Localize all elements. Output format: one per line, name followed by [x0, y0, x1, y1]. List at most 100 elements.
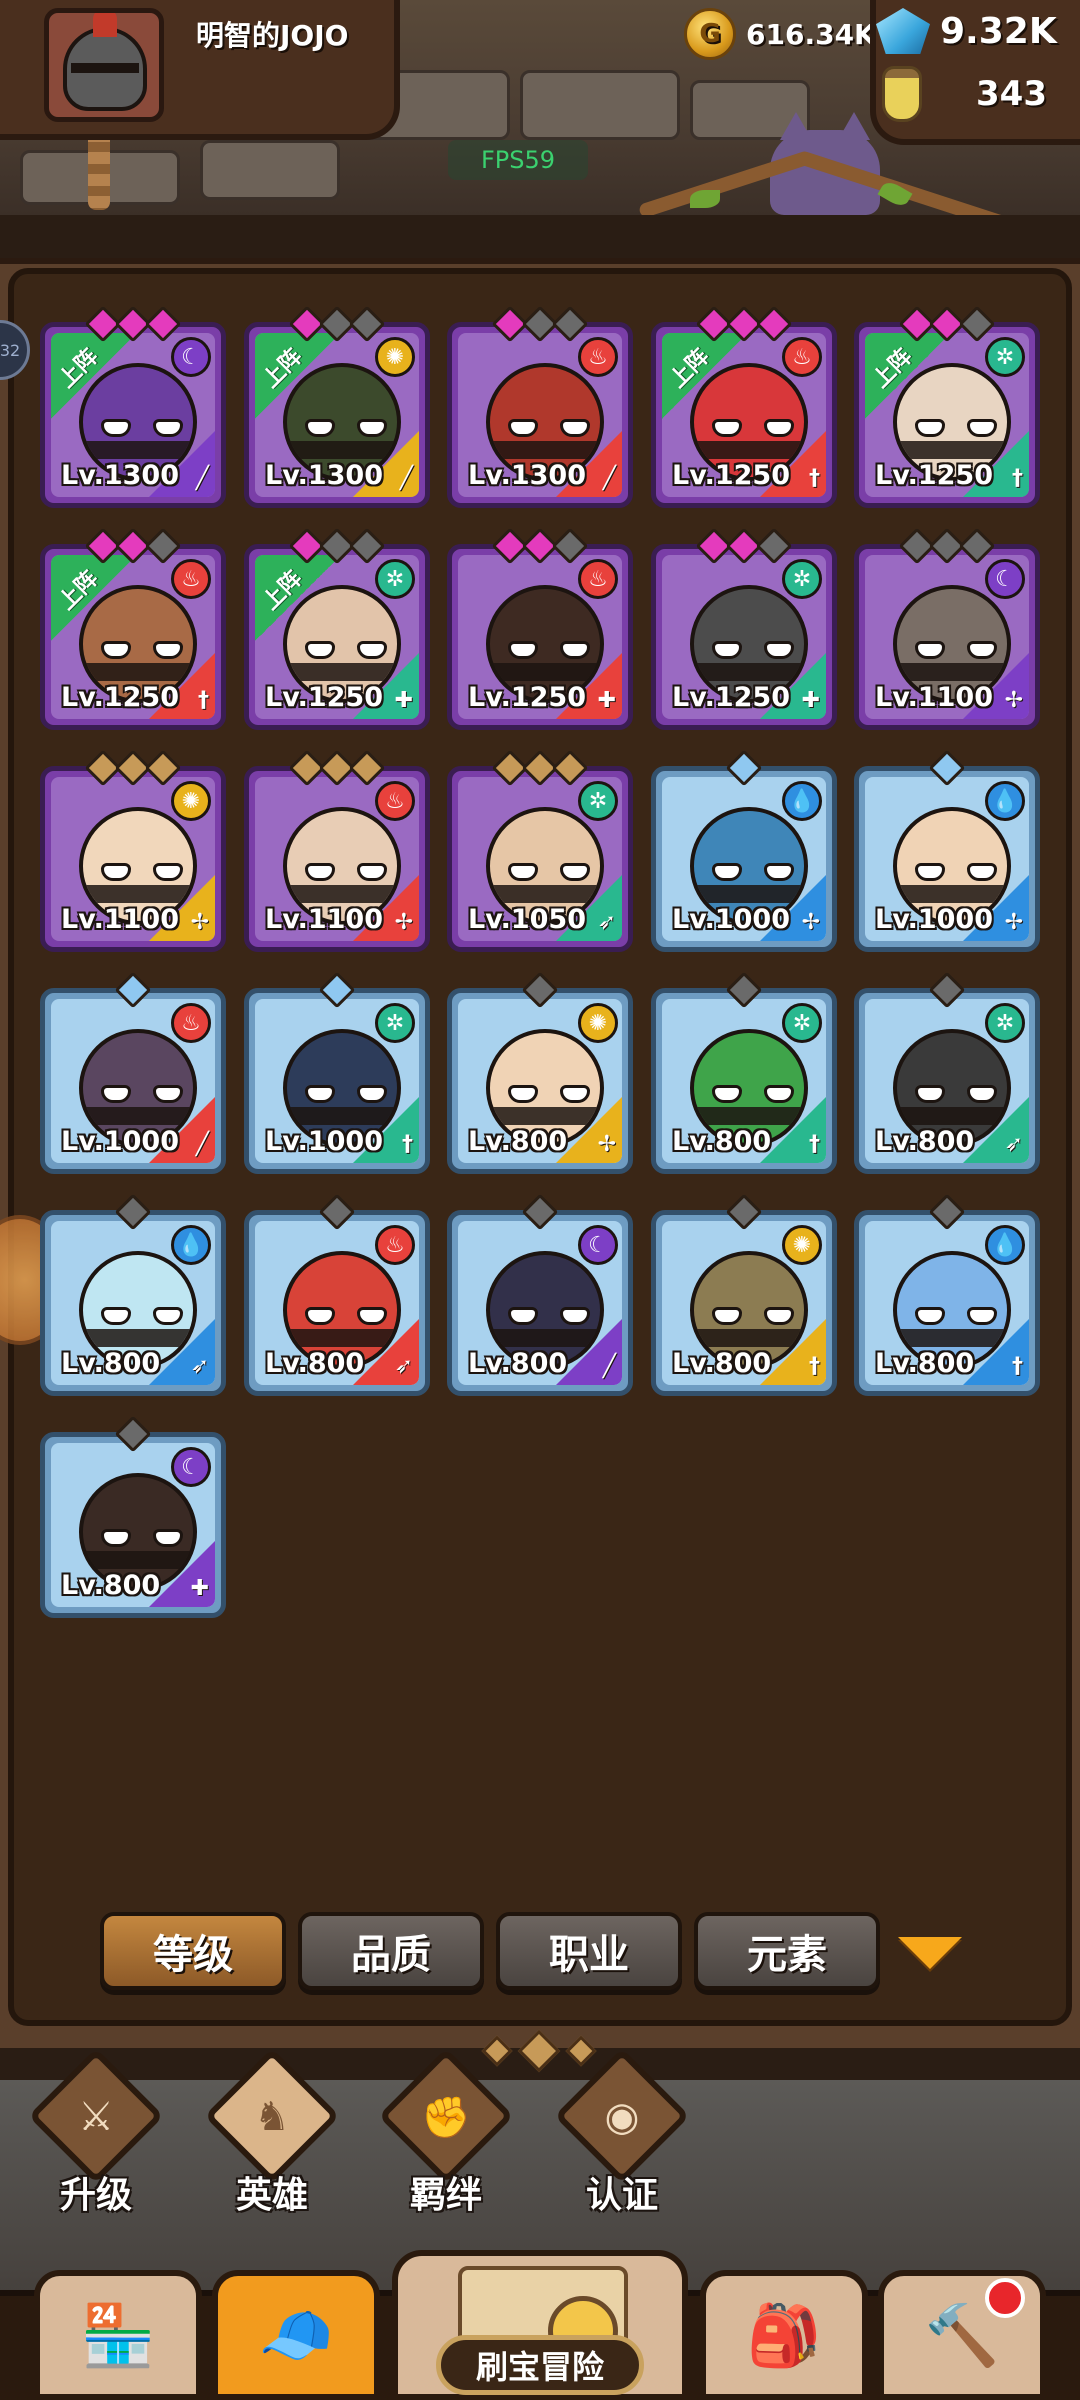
- hero-card[interactable]: 上阵 ☾ ╱ Lv.1300: [40, 305, 226, 508]
- star-icon: [928, 971, 966, 1009]
- wind-element-icon: ✲: [782, 1003, 822, 1043]
- nav-certify[interactable]: ◉ 认证: [552, 2048, 692, 2248]
- deployed-ribbon: 上阵: [51, 333, 137, 419]
- hero-card[interactable]: ☾ ✚ Lv.800: [40, 1415, 226, 1618]
- hero-card[interactable]: ✲ ➶ Lv.1050: [447, 749, 633, 952]
- hero-card[interactable]: 💧 † Lv.800: [854, 1193, 1040, 1396]
- nav-bonds[interactable]: ✊ 羁绊: [376, 2048, 516, 2248]
- hero-level: Lv.800: [875, 1126, 975, 1157]
- warrior-class-icon: †: [809, 1132, 820, 1157]
- hero-star-rank: [491, 527, 589, 565]
- warrior-class-icon: †: [809, 1354, 820, 1379]
- hero-card[interactable]: ✺ ✢ Lv.800: [447, 971, 633, 1174]
- moon-element-icon: ☾: [171, 337, 211, 377]
- gem-value: 9.32K: [940, 10, 1057, 52]
- potion-value: 343: [976, 74, 1047, 114]
- fire-element-icon: ♨: [578, 337, 618, 377]
- hero-card[interactable]: 上阵 ♨ † Lv.1250: [40, 527, 226, 730]
- filter-element-button[interactable]: 元素: [694, 1912, 880, 1990]
- hero-card[interactable]: 上阵 ✲ ✚ Lv.1250: [244, 527, 430, 730]
- gold-counter[interactable]: G 616.34K: [684, 0, 884, 70]
- star-icon: [725, 749, 763, 787]
- sun-element-icon: ✺: [171, 781, 211, 821]
- hero-card[interactable]: 上阵 ✺ ╱ Lv.1300: [244, 305, 430, 508]
- hero-star-rank: [318, 971, 356, 1009]
- warrior-class-icon: †: [1012, 466, 1023, 491]
- sort-filter-bar: 等级 品质 职业 元素: [100, 1912, 880, 1990]
- hero-card[interactable]: ♨ ✢ Lv.1100: [244, 749, 430, 952]
- star-icon: [144, 749, 182, 787]
- deployed-label: 上阵: [258, 566, 308, 616]
- hero-star-rank: [288, 749, 386, 787]
- notification-dot: [985, 2278, 1025, 2318]
- hero-star-rank: [898, 305, 996, 343]
- support-class-icon: ✢: [597, 1132, 616, 1157]
- hero-star-rank: [928, 749, 966, 787]
- hero-level: Lv.1100: [875, 682, 994, 713]
- hero-star-rank: [84, 527, 182, 565]
- hero-card[interactable]: 💧 ✢ Lv.1000: [651, 749, 837, 952]
- water-element-icon: 💧: [782, 781, 822, 821]
- hero-card[interactable]: ✺ † Lv.800: [651, 1193, 837, 1396]
- hero-card[interactable]: ✲ † Lv.800: [651, 971, 837, 1174]
- hero-card-background: ✲ † Lv.1000: [255, 999, 419, 1163]
- hero-card[interactable]: ♨ ╱ Lv.1000: [40, 971, 226, 1174]
- mage-class-icon: ╱: [195, 1132, 209, 1157]
- hero-card-background: ♨ ╱ Lv.1000: [51, 999, 215, 1163]
- dock-inventory-button[interactable]: 🎒: [700, 2270, 868, 2400]
- hero-star-rank: [318, 1193, 356, 1231]
- player-profile-panel[interactable]: 明智的JOJO: [0, 0, 400, 140]
- star-icon: [958, 305, 996, 343]
- wind-element-icon: ✲: [985, 1003, 1025, 1043]
- hero-card-background: ♨ ✚ Lv.1250: [458, 555, 622, 719]
- hero-star-rank: [288, 527, 386, 565]
- tank-class-icon: ✚: [394, 688, 413, 713]
- hero-card-background: ✲ ➶ Lv.1050: [458, 777, 622, 941]
- hero-card[interactable]: ✲ † Lv.1000: [244, 971, 430, 1174]
- hero-card[interactable]: ♨ ➶ Lv.800: [244, 1193, 430, 1396]
- hero-card[interactable]: ✲ ✚ Lv.1250: [651, 527, 837, 730]
- hero-card-background: ☾ ╱ Lv.800: [458, 1221, 622, 1385]
- hero-card[interactable]: ✲ ➶ Lv.800: [854, 971, 1040, 1174]
- dock-shop-button[interactable]: 🏪: [34, 2270, 202, 2400]
- filter-class-button[interactable]: 职业: [496, 1912, 682, 1990]
- player-name: 明智的JOJO: [196, 19, 349, 52]
- handshake-icon: ✊: [421, 2095, 471, 2141]
- nav-heroes[interactable]: ♞ 英雄: [202, 2048, 342, 2248]
- dock-hero-button[interactable]: 🧢: [212, 2270, 380, 2400]
- deployed-ribbon: 上阵: [255, 555, 341, 641]
- hero-star-rank: [521, 971, 559, 1009]
- filter-quality-button[interactable]: 品质: [298, 1912, 484, 1990]
- hero-level: Lv.1250: [61, 682, 180, 713]
- hero-card[interactable]: 💧 ➶ Lv.800: [40, 1193, 226, 1396]
- nav-upgrade[interactable]: ⚔ 升级: [26, 2048, 166, 2248]
- hero-card[interactable]: ☾ ✢ Lv.1100: [854, 527, 1040, 730]
- hero-level: Lv.1000: [265, 1126, 384, 1157]
- hero-card[interactable]: ☾ ╱ Lv.800: [447, 1193, 633, 1396]
- star-icon: [114, 971, 152, 1009]
- player-avatar[interactable]: [44, 8, 164, 122]
- hero-card[interactable]: 💧 ✢ Lv.1000: [854, 749, 1040, 952]
- star-icon: [318, 1193, 356, 1231]
- filter-level-button[interactable]: 等级: [100, 1912, 286, 1990]
- star-icon: [755, 305, 793, 343]
- hero-level: Lv.800: [468, 1126, 568, 1157]
- hero-card[interactable]: 上阵 ♨ † Lv.1250: [651, 305, 837, 508]
- fire-element-icon: ♨: [578, 559, 618, 599]
- sort-dropdown-arrow-icon[interactable]: [898, 1937, 962, 1969]
- hero-star-rank: [114, 1415, 152, 1453]
- hero-star-rank: [725, 749, 763, 787]
- star-icon: [521, 971, 559, 1009]
- moon-element-icon: ☾: [985, 559, 1025, 599]
- hero-card-background: ✲ ➶ Lv.800: [865, 999, 1029, 1163]
- fire-element-icon: ♨: [171, 559, 211, 599]
- hero-card[interactable]: ♨ ╱ Lv.1300: [447, 305, 633, 508]
- support-class-icon: ✢: [1004, 910, 1023, 935]
- hero-level: Lv.1300: [61, 460, 180, 491]
- star-icon: [551, 305, 589, 343]
- star-icon: [521, 1193, 559, 1231]
- hero-card[interactable]: ✺ ✢ Lv.1100: [40, 749, 226, 952]
- hero-card[interactable]: 上阵 ✲ † Lv.1250: [854, 305, 1040, 508]
- hero-card[interactable]: ♨ ✚ Lv.1250: [447, 527, 633, 730]
- wind-element-icon: ✲: [782, 559, 822, 599]
